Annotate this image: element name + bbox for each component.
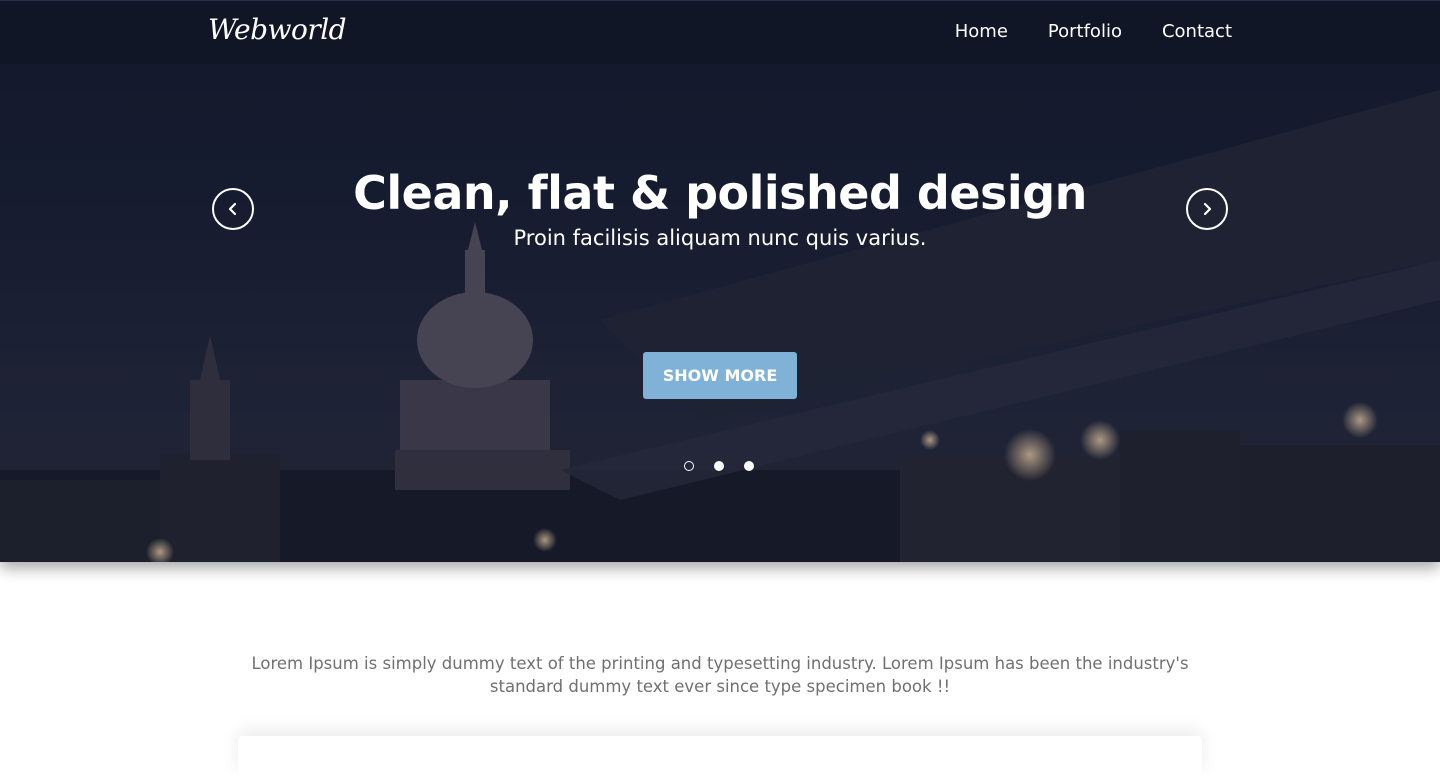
main-nav: Home Portfolio Contact xyxy=(955,21,1232,42)
site-logo[interactable]: Webworld xyxy=(208,13,347,46)
hero-slider: Webworld Home Portfolio Contact Clean, f… xyxy=(0,0,1440,562)
content-card xyxy=(238,736,1202,776)
nav-item-contact[interactable]: Contact xyxy=(1162,21,1232,42)
slider-next-button[interactable] xyxy=(1186,188,1228,230)
show-more-button[interactable]: SHOW MORE xyxy=(643,352,797,399)
nav-item-home[interactable]: Home xyxy=(955,21,1008,42)
hero-overlay xyxy=(0,0,1440,562)
slider-prev-button[interactable] xyxy=(212,188,254,230)
chevron-left-icon xyxy=(228,202,237,216)
nav-item-portfolio[interactable]: Portfolio xyxy=(1048,21,1122,42)
hero-subheadline: Proin facilisis aliquam nunc quis varius… xyxy=(513,226,927,250)
slider-dot-3[interactable] xyxy=(744,461,754,471)
intro-text: Lorem Ipsum is simply dummy text of the … xyxy=(251,654,1189,696)
slider-dot-2[interactable] xyxy=(714,461,724,471)
slider-pagination xyxy=(684,461,754,471)
slider-dot-1[interactable] xyxy=(684,461,694,471)
chevron-right-icon xyxy=(1203,202,1212,216)
top-navigation-bar: Webworld Home Portfolio Contact xyxy=(0,0,1440,64)
